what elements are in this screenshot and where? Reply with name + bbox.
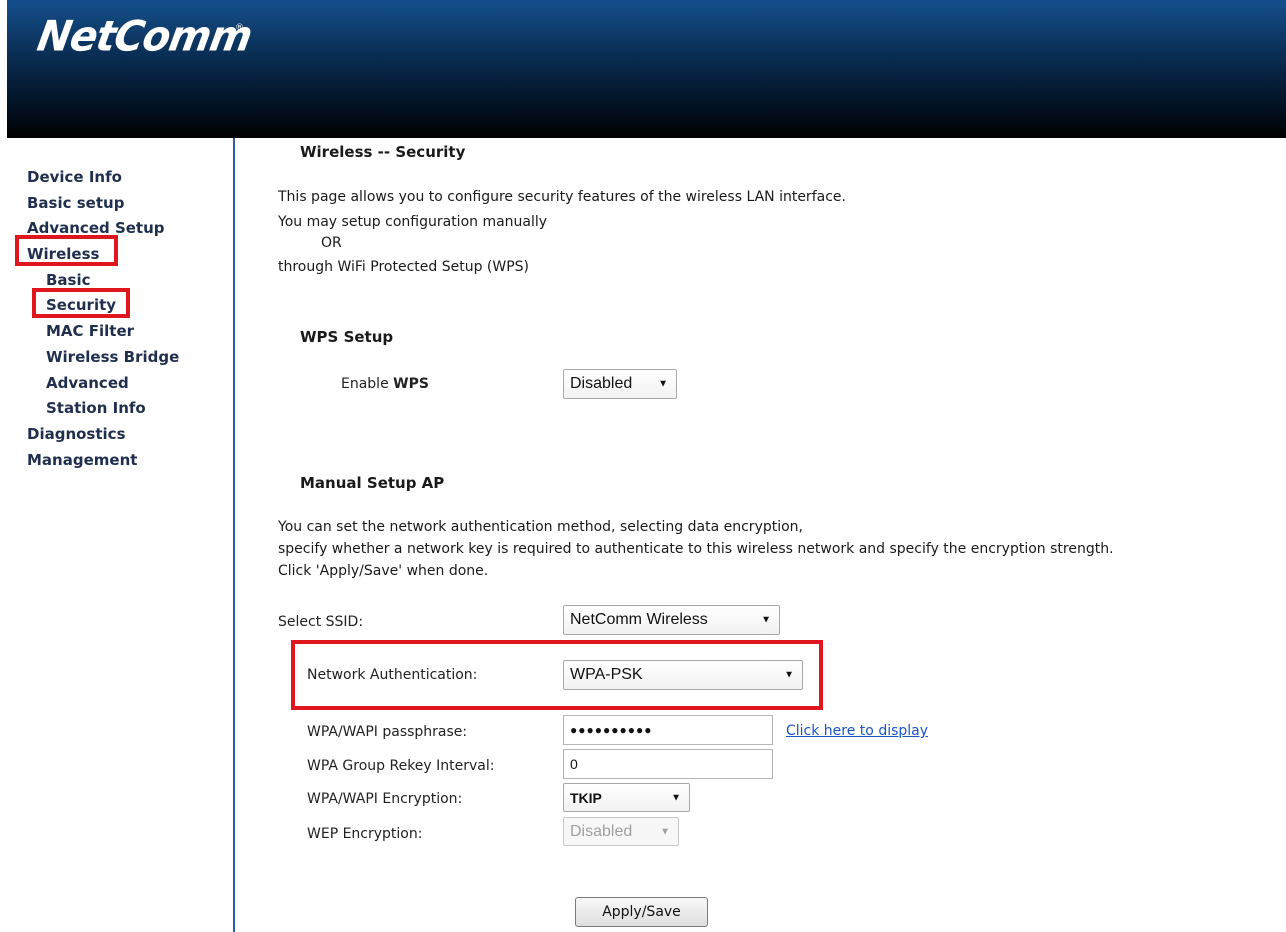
intro-or: OR bbox=[321, 235, 342, 251]
enable-wps-label: Enable WPS bbox=[341, 376, 429, 392]
passphrase-input[interactable]: ●●●●●●●●●● bbox=[563, 715, 773, 745]
chevron-down-icon: ▼ bbox=[660, 826, 670, 837]
wps-heading: WPS Setup bbox=[300, 328, 394, 346]
manual-desc-2: specify whether a network key is require… bbox=[278, 541, 1114, 557]
chevron-down-icon: ▼ bbox=[784, 669, 794, 681]
sidebar-item-advanced[interactable]: Advanced bbox=[0, 371, 179, 397]
manual-heading: Manual Setup AP bbox=[300, 474, 445, 492]
enable-wps-bold: WPS bbox=[393, 376, 429, 392]
registered-mark: ® bbox=[235, 23, 244, 33]
chevron-down-icon: ▼ bbox=[761, 614, 771, 626]
encryption-value: TKIP bbox=[570, 789, 602, 806]
auth-label: Network Authentication: bbox=[307, 667, 478, 683]
intro-line-3: through WiFi Protected Setup (WPS) bbox=[278, 259, 530, 275]
sidebar-item-mac-filter[interactable]: MAC Filter bbox=[0, 319, 179, 345]
highlight-wireless-box bbox=[15, 235, 118, 266]
wep-encryption-select: Disabled ▼ bbox=[563, 817, 679, 846]
manual-desc-3: Click 'Apply/Save' when done. bbox=[278, 563, 489, 579]
sidebar-item-station-info[interactable]: Station Info bbox=[0, 396, 179, 422]
wpa-encryption-select[interactable]: TKIP ▼ bbox=[563, 783, 690, 812]
highlight-security-box bbox=[32, 288, 130, 318]
ssid-label: Select SSID: bbox=[278, 614, 364, 630]
sidebar-item-device-info[interactable]: Device Info bbox=[0, 165, 179, 191]
passphrase-label: WPA/WAPI passphrase: bbox=[307, 724, 468, 740]
header-banner: NetComm ® bbox=[7, 0, 1286, 138]
main-content: Wireless -- Security This page allows yo… bbox=[278, 138, 1286, 932]
wep-label: WEP Encryption: bbox=[307, 826, 423, 842]
sidebar-item-diagnostics[interactable]: Diagnostics bbox=[0, 422, 179, 448]
display-passphrase-link[interactable]: Click here to display bbox=[786, 723, 928, 739]
network-authentication-select[interactable]: WPA-PSK ▼ bbox=[563, 660, 803, 690]
chevron-down-icon: ▼ bbox=[671, 792, 681, 803]
sidebar-item-management[interactable]: Management bbox=[0, 448, 179, 474]
wps-enable-value: Disabled bbox=[570, 375, 633, 392]
intro-line-1: This page allows you to configure securi… bbox=[278, 189, 846, 205]
nav-list: Device Info Basic setup Advanced Setup Wire… bbox=[0, 165, 179, 473]
sidebar-nav: Device Info Basic setup Advanced Setup Wire… bbox=[0, 138, 235, 932]
enable-wps-prefix: Enable bbox=[341, 376, 394, 392]
rekey-interval-input[interactable]: 0 bbox=[563, 749, 773, 779]
wps-enable-select[interactable]: Disabled ▼ bbox=[563, 369, 677, 399]
wep-value: Disabled bbox=[570, 822, 633, 840]
rekey-label: WPA Group Rekey Interval: bbox=[307, 758, 495, 774]
manual-desc-1: You can set the network authentication m… bbox=[278, 519, 804, 535]
intro-line-2: You may setup configuration manually bbox=[278, 214, 548, 230]
auth-value: WPA-PSK bbox=[570, 666, 643, 683]
encryption-label: WPA/WAPI Encryption: bbox=[307, 791, 463, 807]
netcomm-logo: NetComm bbox=[33, 12, 256, 62]
ssid-select[interactable]: NetComm Wireless ▼ bbox=[563, 605, 780, 635]
sidebar-item-wireless-bridge[interactable]: Wireless Bridge bbox=[0, 345, 179, 371]
page-title: Wireless -- Security bbox=[300, 143, 466, 161]
ssid-value: NetComm Wireless bbox=[570, 611, 708, 628]
sidebar-item-basic-setup[interactable]: Basic setup bbox=[0, 191, 179, 217]
apply-save-button[interactable]: Apply/Save bbox=[575, 897, 708, 927]
chevron-down-icon: ▼ bbox=[658, 378, 668, 390]
